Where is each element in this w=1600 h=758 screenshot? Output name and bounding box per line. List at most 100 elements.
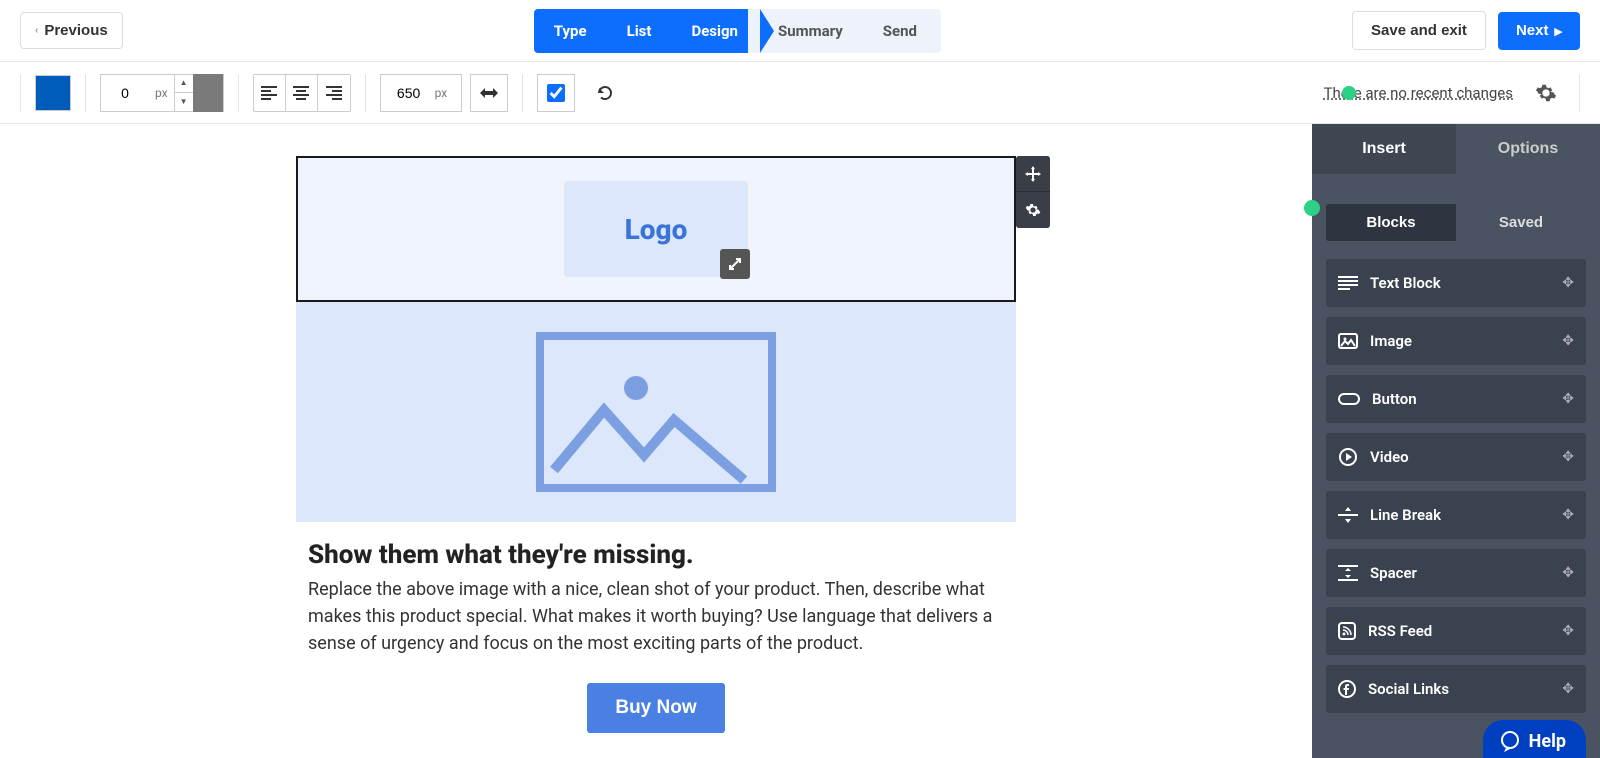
text-block-icon [1338,275,1358,291]
align-group [253,74,351,112]
logo-placeholder-text: Logo [625,213,688,246]
resize-icon [728,257,742,271]
spacer-icon [1338,564,1358,582]
resize-handle[interactable] [720,249,750,279]
header-bar: ‹ Previous Type List Design Summary Send… [0,0,1600,62]
padding-side-selector[interactable] [193,74,223,112]
width-value-input[interactable] [389,85,429,101]
align-left-icon [261,86,277,100]
checkbox-wrap [537,74,575,112]
image-icon [1338,333,1358,349]
block-label: Button [1372,390,1417,408]
body-text: Replace the above image with a nice, cle… [308,576,1004,657]
toggle-checkbox[interactable] [547,84,565,102]
width-group: px [380,74,509,112]
align-center-button[interactable] [286,75,318,111]
block-settings-button[interactable] [1016,192,1050,228]
changes-status-text[interactable]: There are no recent changes [1324,84,1513,102]
block-item-rss[interactable]: RSS Feed ✥ [1326,607,1586,655]
block-item-social[interactable]: Social Links ✥ [1326,665,1586,713]
previous-button[interactable]: ‹ Previous [20,12,123,49]
buy-now-button[interactable]: Buy Now [587,683,724,733]
previous-label: Previous [44,22,107,39]
canvas-wrap: Logo [0,124,1312,758]
status-dot-icon [1342,86,1356,100]
sub-tabs: Blocks Saved [1326,204,1586,241]
align-right-button[interactable] [318,75,350,111]
block-floating-tools [1016,156,1050,228]
drag-handle-icon: ✥ [1562,449,1574,465]
block-label: Spacer [1370,564,1417,582]
toolbar-right: There are no recent changes [1324,74,1580,112]
undo-button[interactable] [589,77,621,109]
drag-handle-icon: ✥ [1562,507,1574,523]
rss-icon [1338,622,1356,640]
block-label: Video [1370,448,1409,466]
drag-handle-icon: ✥ [1562,391,1574,407]
block-item-spacer[interactable]: Spacer ✥ [1326,549,1586,597]
tab-options[interactable]: Options [1456,124,1600,174]
align-left-button[interactable] [254,75,286,111]
chat-icon [1499,730,1521,752]
divider [522,74,523,112]
email-canvas[interactable]: Logo [296,156,1016,726]
indicator-dot-icon [1304,200,1320,216]
divider [238,74,239,112]
block-label: Text Block [1370,274,1441,292]
padding-value-input[interactable] [101,75,149,111]
drag-handle-icon: ✥ [1562,681,1574,697]
settings-button[interactable] [1529,76,1563,110]
text-block[interactable]: Show them what they're missing. Replace … [296,522,1016,657]
sub-tab-blocks[interactable]: Blocks [1326,204,1456,241]
padding-decrement-button[interactable]: ▼ [175,93,193,111]
block-item-button[interactable]: Button ✥ [1326,375,1586,423]
move-icon [1025,166,1041,182]
drag-handle-icon: ✥ [1562,565,1574,581]
heading-text: Show them what they're missing. [308,540,1004,570]
block-label: Social Links [1368,680,1449,698]
drag-handle-icon: ✥ [1562,275,1574,291]
move-block-button[interactable] [1016,156,1050,192]
design-toolbar: px ▲ ▼ px [0,62,1600,124]
logo-placeholder[interactable]: Logo [564,181,748,277]
image-block[interactable] [296,302,1016,522]
padding-input-group: px ▲ ▼ [100,74,224,112]
next-label: Next [1516,22,1549,39]
button-icon [1338,393,1360,405]
blocks-list: Text Block ✥ Image ✥ Button ✥ [1312,255,1600,717]
align-center-icon [293,86,309,100]
block-label: Line Break [1370,506,1441,524]
sidebar-tabs: Insert Options [1312,124,1600,174]
width-input-wrap: px [380,74,463,112]
divider [85,74,86,112]
divider [1579,74,1580,112]
block-item-video[interactable]: Video ✥ [1326,433,1586,481]
width-unit-label: px [429,86,454,100]
background-color-swatch[interactable] [35,75,71,111]
full-width-toggle-button[interactable] [470,74,508,112]
help-widget[interactable]: Help [1483,720,1586,758]
sub-tab-saved[interactable]: Saved [1456,204,1586,241]
block-item-image[interactable]: Image ✥ [1326,317,1586,365]
right-sidebar: Insert Options Blocks Saved Text Block ✥… [1312,124,1600,758]
gear-icon [1025,202,1041,218]
block-item-text[interactable]: Text Block ✥ [1326,259,1586,307]
horizontal-arrows-icon [480,87,498,99]
block-label: RSS Feed [1368,622,1432,640]
drag-handle-icon: ✥ [1562,333,1574,349]
padding-increment-button[interactable]: ▲ [175,75,193,93]
save-and-exit-button[interactable]: Save and exit [1352,11,1486,50]
help-label: Help [1529,731,1566,752]
block-label: Image [1370,332,1412,350]
gear-icon [1535,82,1557,104]
chevron-right-icon: ▸ [1554,22,1562,40]
padding-spinner: ▲ ▼ [174,75,193,111]
toolbar-left: px ▲ ▼ px [20,74,621,112]
logo-block-selected[interactable]: Logo [296,156,1016,302]
main-area: Logo [0,124,1600,758]
block-item-line-break[interactable]: Line Break ✥ [1326,491,1586,539]
tab-insert[interactable]: Insert [1312,124,1456,174]
next-button[interactable]: Next ▸ [1498,12,1580,50]
chevron-left-icon: ‹ [35,25,38,36]
padding-unit-label: px [149,86,174,100]
